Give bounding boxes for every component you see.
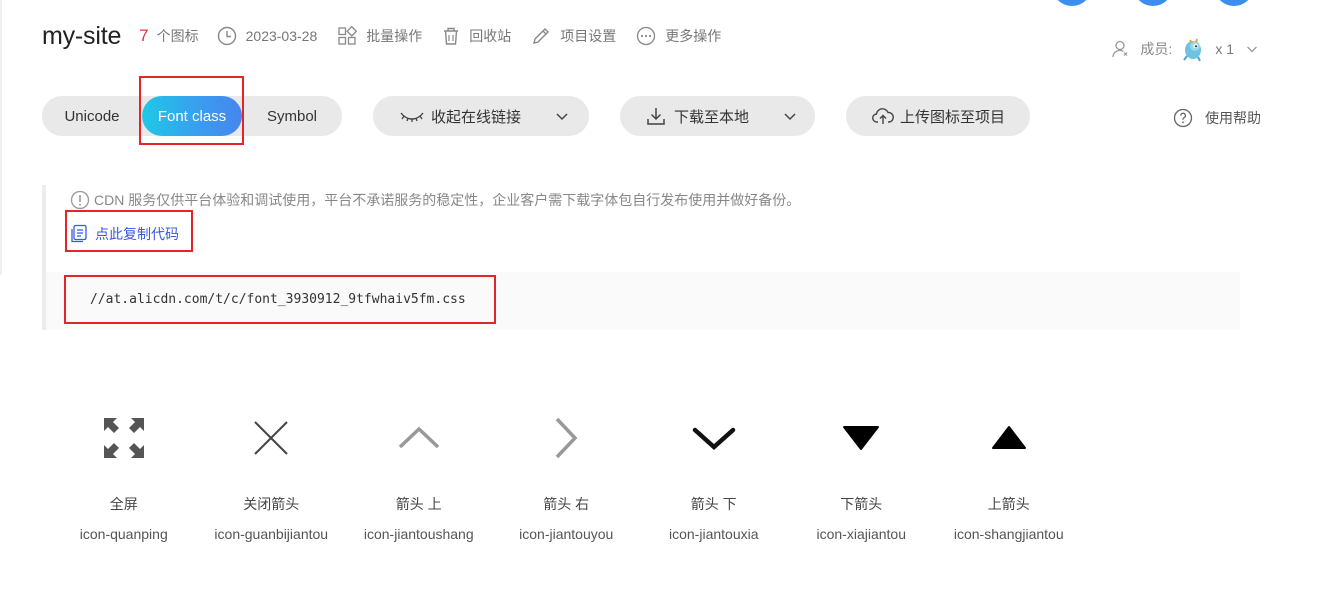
icon-class-name: icon-quanping <box>79 526 168 542</box>
batch-operation-label: 批量操作 <box>366 28 423 44</box>
icon-card[interactable]: 上箭头 icon-shangjiantou <box>935 410 1083 542</box>
icon-card[interactable]: 全屏 icon-quanping <box>50 410 198 542</box>
more-operations-label: 更多操作 <box>665 28 722 44</box>
download-local-button[interactable]: 下载至本地 <box>620 96 815 136</box>
icon-card[interactable]: 箭头 右 icon-jiantouyou <box>493 410 641 542</box>
chevron-up-icon <box>398 426 439 449</box>
icon-class-name: icon-jiantouxia <box>669 526 759 542</box>
icon-class-name: icon-xiajiantou <box>816 526 907 542</box>
batch-operation-button[interactable]: 批量操作 <box>337 26 422 46</box>
icon-class-name: icon-shangjiantou <box>953 526 1064 542</box>
icon-name: 箭头 右 <box>543 496 590 512</box>
icon-grid: 全屏 icon-quanping 关闭箭头 icon-guanbijiantou… <box>50 410 1083 542</box>
icon-name: 箭头 上 <box>395 496 442 512</box>
upload-to-project-label: 上传图标至项目 <box>900 108 1006 126</box>
fullscreen-expand-icon <box>103 418 144 458</box>
icon-card[interactable]: 箭头 下 icon-jiantouxia <box>640 410 788 542</box>
chevron-down-icon <box>556 113 568 121</box>
members-dropdown[interactable]: 成员: x 1 <box>1111 36 1267 62</box>
triangle-down-icon <box>843 426 880 450</box>
download-local-label: 下载至本地 <box>674 108 750 126</box>
icon-class-name: icon-jiantoushang <box>363 526 474 542</box>
tab-symbol[interactable]: Symbol <box>242 96 342 136</box>
top-avatar-1[interactable] <box>1052 0 1092 6</box>
created-date-text: 2023-03-28 <box>245 28 318 44</box>
top-avatar-3[interactable] <box>1214 0 1254 6</box>
triangle-up-icon <box>991 426 1026 449</box>
chevron-down-icon <box>1247 46 1257 53</box>
trash-label: 回收站 <box>469 28 512 44</box>
chevron-down-icon <box>784 113 796 121</box>
info-circle-icon <box>70 190 90 210</box>
more-dots-icon <box>637 26 656 46</box>
icon-name: 全屏 <box>109 496 138 512</box>
download-icon <box>647 108 665 125</box>
icon-class-name: icon-jiantouyou <box>519 526 614 542</box>
help-link[interactable]: 使用帮助 <box>1173 108 1261 128</box>
project-settings-label: 项目设置 <box>560 28 617 44</box>
left-divider <box>0 0 2 275</box>
trash-icon <box>444 27 459 45</box>
clock-icon <box>217 26 236 46</box>
collapse-online-link-button[interactable]: 收起在线链接 <box>373 96 589 136</box>
icon-class-name: icon-guanbijiantou <box>214 526 329 542</box>
icon-name: 关闭箭头 <box>243 496 300 512</box>
annotation-highlight-font-class <box>139 76 244 145</box>
tab-unicode[interactable]: Unicode <box>42 96 142 136</box>
icon-count: 7 <box>139 26 149 45</box>
icon-count-unit: 个图标 <box>156 28 199 44</box>
upload-to-project-button[interactable]: 上传图标至项目 <box>846 96 1030 136</box>
icon-card[interactable]: 关闭箭头 icon-guanbijiantou <box>198 410 346 542</box>
chevron-right-icon <box>555 417 578 459</box>
help-label: 使用帮助 <box>1205 110 1261 126</box>
user-icon <box>1112 40 1128 58</box>
collapse-online-link-label: 收起在线链接 <box>431 108 522 126</box>
member-count: x 1 <box>1215 41 1234 57</box>
chevron-down-icon <box>692 427 735 450</box>
trash-button[interactable]: 回收站 <box>442 26 511 46</box>
icon-name: 下箭头 <box>840 496 883 512</box>
members-label: 成员: <box>1140 41 1173 57</box>
grid-icon <box>338 26 358 45</box>
cdn-notice: CDN 服务仅供平台体验和调试使用，平台不承诺服务的稳定性，企业客户需下载字体包… <box>70 190 800 210</box>
icon-name: 箭头 下 <box>690 496 737 512</box>
eye-closed-icon <box>400 112 424 122</box>
created-date: 2023-03-28 <box>217 26 318 46</box>
icon-name: 上箭头 <box>987 496 1030 512</box>
cloud-upload-icon <box>872 108 894 124</box>
pencil-icon <box>533 28 550 44</box>
cdn-notice-text: CDN 服务仅供平台体验和调试使用，平台不承诺服务的稳定性，企业客户需下载字体包… <box>94 192 801 208</box>
close-x-icon <box>254 421 288 455</box>
more-operations-button[interactable]: 更多操作 <box>636 26 721 46</box>
annotation-highlight-css-url <box>64 275 496 324</box>
project-title: my-site <box>42 21 122 50</box>
question-circle-icon <box>1173 108 1193 128</box>
top-avatar-2[interactable] <box>1133 0 1173 6</box>
project-header: my-site 7 个图标 2023-03-28 批量操作 回收站 项目设置 更… <box>42 20 741 52</box>
project-settings-button[interactable]: 项目设置 <box>531 26 616 46</box>
icon-card[interactable]: 箭头 上 icon-jiantoushang <box>345 410 493 542</box>
icon-card[interactable]: 下箭头 icon-xiajiantou <box>788 410 936 542</box>
member-avatar[interactable] <box>1180 36 1206 62</box>
annotation-highlight-copy-code <box>65 210 193 252</box>
